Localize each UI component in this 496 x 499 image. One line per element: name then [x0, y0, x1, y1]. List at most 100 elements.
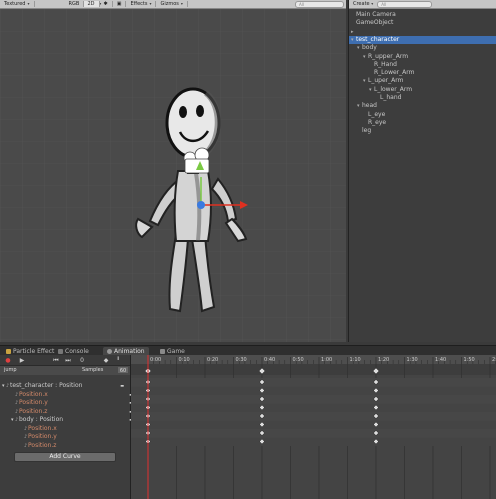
track-row[interactable]	[131, 378, 496, 387]
effects-label: Effects	[130, 1, 148, 7]
hierarchy-item[interactable]: ▾ R_upper_Arm	[349, 53, 496, 61]
curve-label: Position.z	[19, 407, 48, 415]
hierarchy-panel: Create ▾ All Main Camera GameObject ▸ ▾ test…	[348, 0, 496, 342]
hierarchy-item-label: leg	[362, 127, 372, 135]
effects-dropdown[interactable]: Effects ▾	[126, 1, 157, 7]
samples-label: Samples	[82, 367, 104, 373]
ruler-label: 0:30	[236, 357, 247, 363]
scene-canvas[interactable]	[0, 9, 346, 342]
track-row[interactable]	[131, 386, 496, 396]
add-keyframe-icon[interactable]: ◆	[102, 357, 110, 364]
track-row[interactable]	[131, 395, 496, 404]
lighting-toggle-button[interactable]: ✱	[100, 1, 113, 7]
hierarchy-item-label: R_eye	[368, 118, 387, 126]
hierarchy-item[interactable]: leg	[349, 127, 496, 135]
gizmos-dropdown[interactable]: Gizmos ▾	[156, 1, 188, 7]
hierarchy-item[interactable]: R_Lower_Arm	[349, 69, 496, 77]
hierarchy-item[interactable]: GameObject	[349, 19, 496, 27]
curve-label: test_character : Position	[10, 382, 83, 389]
expand-arrow-icon[interactable]: ▸	[351, 28, 356, 36]
previous-key-icon[interactable]: ⏮	[52, 357, 60, 364]
samples-input[interactable]: 60	[118, 367, 128, 374]
hierarchy-item[interactable]: ▾ body	[349, 44, 496, 52]
hierarchy-item-label: GameObject	[356, 19, 394, 27]
hierarchy-item[interactable]: R_Hand	[349, 61, 496, 69]
curve-label: Position.x	[19, 390, 48, 398]
hierarchy-item[interactable]: ▾ L_uper_Arm	[349, 77, 496, 85]
curve-row[interactable]: ♪Position.z▬	[0, 408, 141, 416]
hierarchy-item-label: L_lower_Arm	[374, 85, 413, 93]
clip-row: jump Samples 60	[0, 365, 130, 375]
sun-icon: ✱	[103, 1, 108, 7]
hierarchy-item-label: L_hand	[380, 94, 402, 101]
image-icon: ▣	[116, 1, 122, 7]
tab-label: Game	[167, 348, 185, 355]
curve-row[interactable]: ♪Position.x▬	[0, 391, 141, 399]
hierarchy-item-label: Main Camera	[356, 11, 396, 18]
hierarchy-item[interactable]: ▾ head	[349, 102, 496, 110]
frame-field[interactable]: 0	[78, 357, 86, 364]
ruler-label: 1:20	[378, 357, 389, 363]
curve-row[interactable]: ♪Position.y▬	[0, 399, 141, 407]
curve-options-icon[interactable]: ▬	[120, 382, 124, 390]
hierarchy-item-label: body	[362, 44, 377, 52]
game-icon	[160, 349, 165, 354]
record-icon[interactable]: ●	[4, 357, 12, 364]
ruler-label: 0:10	[179, 357, 190, 363]
shading-dropdown[interactable]: Textured ▾	[0, 1, 35, 7]
curve-label: Position.z	[28, 441, 57, 449]
clip-dropdown[interactable]: jump	[4, 366, 17, 375]
play-icon[interactable]: ▶	[18, 357, 26, 364]
hierarchy-item[interactable]: L_eye	[349, 111, 496, 119]
track-row[interactable]	[131, 420, 496, 430]
particle-icon	[6, 349, 11, 354]
ruler-label: 0:50	[293, 357, 304, 363]
chevron-down-icon: ▾	[149, 1, 152, 6]
toggle-2d-button[interactable]: 2D	[83, 1, 100, 7]
dopesheet-timeline[interactable]: 0:00 0:10 0:20 0:30 0:40 0:50 1:00 1:10 1:20 1:30…	[131, 355, 496, 499]
ruler-label: 1:50	[464, 357, 475, 363]
console-icon	[58, 349, 63, 354]
chevron-down-icon: ▾	[180, 1, 183, 6]
chevron-down-icon: ▾	[371, 1, 374, 6]
hierarchy-item[interactable]: L_hand	[349, 94, 496, 102]
shading-label: Textured	[4, 1, 26, 7]
curve-label: Position.x	[28, 424, 57, 432]
toggle-2d-label: 2D	[87, 1, 95, 7]
scene-search-input[interactable]: All	[295, 0, 344, 8]
audio-toggle-button[interactable]: ▣	[113, 1, 127, 7]
curve-row[interactable]: ▾♪test_character : Position ▬	[0, 382, 132, 390]
hierarchy-item[interactable]: ▸	[349, 28, 496, 36]
track-row[interactable]	[131, 429, 496, 438]
track-row[interactable]	[131, 403, 496, 413]
curve-row[interactable]: ♪Position.y▬	[0, 433, 150, 441]
track-row[interactable]	[131, 412, 496, 421]
hierarchy-toolbar: Create ▾ All	[349, 0, 496, 9]
tab-label: Particle Effect	[13, 348, 55, 355]
ruler-label: 1:10	[350, 357, 361, 363]
curve-label: Position.y	[19, 399, 48, 406]
hierarchy-item[interactable]: ▾ L_lower_Arm	[349, 86, 496, 94]
timeline-canvas[interactable]: 0:00 0:10 0:20 0:30 0:40 0:50 1:00 1:10 1:20 1:30…	[131, 355, 496, 499]
hierarchy-item-label: R_upper_Arm	[368, 52, 409, 60]
curve-list: ▾♪test_character : Position▬♪Position.x▬…	[0, 375, 142, 499]
curve-row[interactable]: ▾♪body : Position▬	[0, 416, 141, 424]
hierarchy-search-input[interactable]: All	[377, 0, 433, 8]
hierarchy-item-label: test_character	[356, 35, 400, 43]
curve-row[interactable]: ♪Position.z▬	[0, 442, 150, 450]
animation-controls: ● ▶ ⏮ ⏭ 0 ◆ ╹ jump Samples 60	[0, 355, 131, 375]
hierarchy-item[interactable]: R_eye	[349, 119, 496, 127]
next-key-icon[interactable]: ⏭	[64, 357, 72, 364]
add-curve-button[interactable]: Add Curve	[14, 452, 116, 462]
hierarchy-item[interactable]: ▾ test_character	[349, 35, 496, 44]
add-event-icon[interactable]: ╹	[114, 357, 122, 364]
track-row[interactable]	[131, 437, 496, 447]
hierarchy-item[interactable]: Main Camera	[349, 11, 496, 19]
create-dropdown[interactable]: Create ▾	[349, 1, 377, 7]
z-axis-handle-icon[interactable]	[197, 201, 205, 209]
curve-row[interactable]: ♪Position.x▬	[0, 425, 150, 433]
chevron-down-icon: ▾	[27, 1, 30, 6]
event-track[interactable]	[131, 364, 496, 375]
scene-view[interactable]	[0, 9, 346, 342]
render-mode-dropdown[interactable]: RGB ▾	[35, 1, 101, 7]
